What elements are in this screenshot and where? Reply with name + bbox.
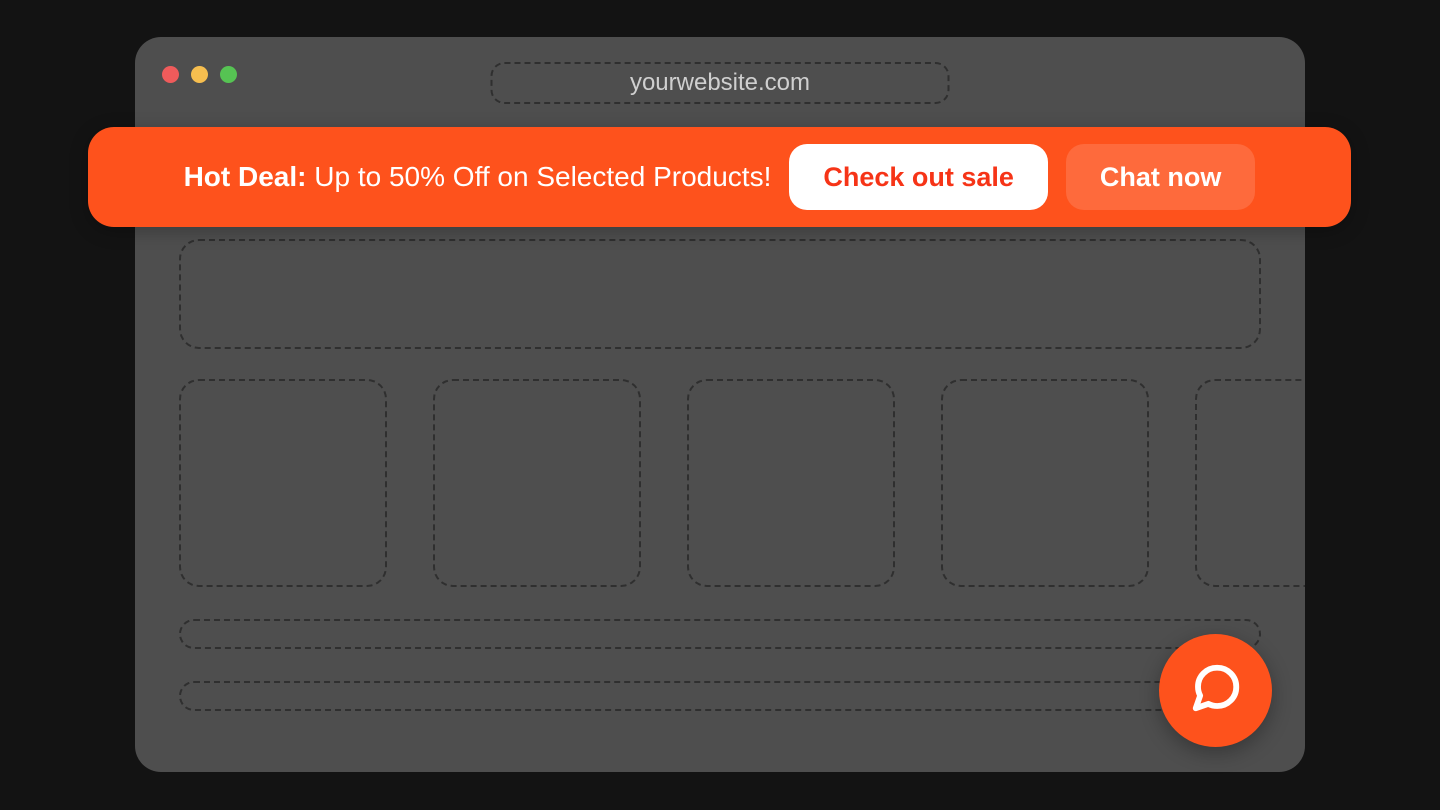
url-text: yourwebsite.com xyxy=(630,69,810,97)
promo-banner: Hot Deal: Up to 50% Off on Selected Prod… xyxy=(88,127,1351,227)
text-line-placeholder xyxy=(179,681,1261,711)
card-placeholder xyxy=(179,379,387,587)
card-row xyxy=(179,379,1305,587)
minimize-window-icon[interactable] xyxy=(191,66,208,83)
promo-prefix: Hot Deal: xyxy=(184,161,307,192)
hero-placeholder xyxy=(179,239,1261,349)
checkout-sale-button[interactable]: Check out sale xyxy=(789,144,1048,210)
chat-fab-button[interactable] xyxy=(1159,634,1272,747)
close-window-icon[interactable] xyxy=(162,66,179,83)
card-placeholder xyxy=(687,379,895,587)
card-placeholder xyxy=(941,379,1149,587)
url-bar[interactable]: yourwebsite.com xyxy=(491,62,950,104)
maximize-window-icon[interactable] xyxy=(220,66,237,83)
promo-text: Hot Deal: Up to 50% Off on Selected Prod… xyxy=(184,161,772,193)
button-label: Chat now xyxy=(1100,162,1222,193)
promo-message: Up to 50% Off on Selected Products! xyxy=(306,161,771,192)
chat-now-button[interactable]: Chat now xyxy=(1066,144,1256,210)
chat-icon xyxy=(1189,661,1243,720)
card-placeholder xyxy=(1195,379,1305,587)
window-controls xyxy=(162,66,237,83)
text-line-placeholder xyxy=(179,619,1261,649)
card-placeholder xyxy=(433,379,641,587)
button-label: Check out sale xyxy=(823,162,1014,193)
